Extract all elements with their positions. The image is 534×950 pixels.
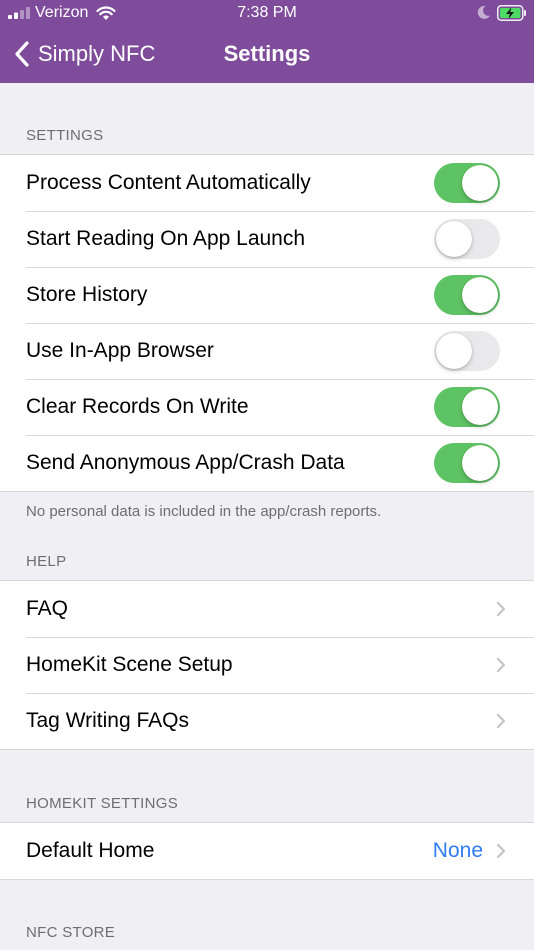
help-item-label: Tag Writing FAQs — [26, 709, 189, 732]
help-row-faq[interactable]: FAQ — [0, 581, 534, 637]
settings-group: Process Content Automatically Start Read… — [0, 154, 534, 492]
clear-records-toggle[interactable] — [434, 387, 500, 427]
battery-charging-icon — [497, 5, 526, 21]
setting-row-start-reading: Start Reading On App Launch — [0, 211, 534, 267]
chevron-right-icon — [496, 657, 506, 673]
toggle-knob — [462, 277, 498, 313]
anonymous-data-toggle[interactable] — [434, 443, 500, 483]
toggle-knob — [436, 333, 472, 369]
header: Verizon 7:38 PM Simply NFC Settings — [0, 0, 534, 83]
section-header-settings: SETTINGS — [26, 127, 104, 144]
setting-label: Send Anonymous App/Crash Data — [26, 451, 345, 474]
toggle-knob — [462, 165, 498, 201]
moon-icon — [477, 5, 490, 19]
setting-label: Store History — [26, 283, 148, 306]
setting-label: Use In-App Browser — [26, 339, 214, 362]
chevron-right-icon — [496, 601, 506, 617]
help-group: FAQ HomeKit Scene Setup Tag Writing FAQs — [0, 580, 534, 750]
setting-row-process-content: Process Content Automatically — [0, 155, 534, 211]
toggle-knob — [462, 445, 498, 481]
help-row-homekit-scene-setup[interactable]: HomeKit Scene Setup — [0, 637, 534, 693]
start-reading-toggle[interactable] — [434, 219, 500, 259]
section-header-help: HELP — [26, 553, 67, 570]
setting-label: Clear Records On Write — [26, 395, 249, 418]
store-history-toggle[interactable] — [434, 275, 500, 315]
navigation-bar: Simply NFC Settings — [0, 27, 534, 83]
chevron-right-icon — [496, 713, 506, 729]
settings-footer-note: No personal data is included in the app/… — [26, 503, 382, 520]
default-home-value: None — [432, 839, 483, 862]
setting-label: Process Content Automatically — [26, 171, 311, 194]
homekit-row-default-home[interactable]: Default Home None — [0, 823, 534, 879]
toggle-knob — [462, 389, 498, 425]
page-title: Settings — [223, 41, 311, 66]
help-item-label: HomeKit Scene Setup — [26, 653, 233, 676]
process-content-toggle[interactable] — [434, 163, 500, 203]
setting-row-clear-records: Clear Records On Write — [0, 379, 534, 435]
setting-label: Start Reading On App Launch — [26, 227, 306, 250]
status-time: 7:38 PM — [237, 4, 297, 21]
chevron-right-icon — [496, 843, 506, 859]
in-app-browser-toggle[interactable] — [434, 331, 500, 371]
status-bar: Verizon 7:38 PM — [0, 0, 534, 27]
section-header-nfc-store: NFC STORE — [26, 924, 116, 941]
setting-row-store-history: Store History — [0, 267, 534, 323]
section-header-homekit: HOMEKIT SETTINGS — [26, 795, 179, 812]
setting-row-in-app-browser: Use In-App Browser — [0, 323, 534, 379]
toggle-knob — [436, 221, 472, 257]
setting-row-anonymous-data: Send Anonymous App/Crash Data — [0, 435, 534, 491]
homekit-group: Default Home None — [0, 822, 534, 880]
help-item-label: FAQ — [26, 597, 69, 620]
homekit-item-label: Default Home — [26, 839, 155, 862]
help-row-tag-writing-faqs[interactable]: Tag Writing FAQs — [0, 693, 534, 749]
